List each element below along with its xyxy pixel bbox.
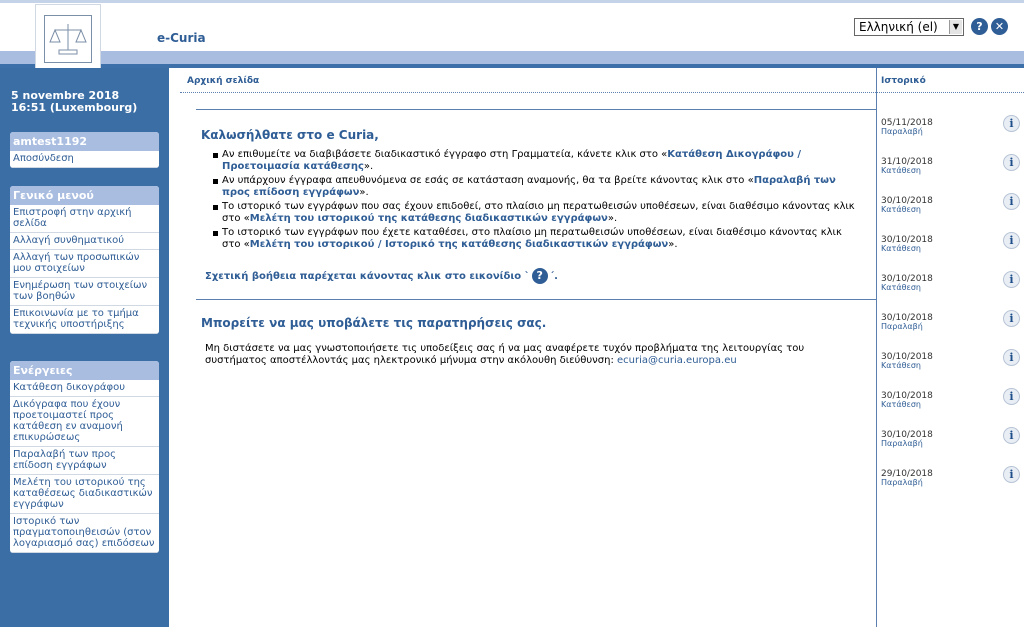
- menu-item-assistants[interactable]: Ενημέρωση των στοιχείων των βοηθών: [10, 278, 159, 306]
- link-lodging-history[interactable]: Μελέτη του ιστορικού της κατάθεσης διαδι…: [250, 213, 608, 224]
- feedback-heading: Μπορείτε να μας υποβάλετε τις παρατηρήσε…: [201, 316, 547, 330]
- user-name: amtest1192: [10, 132, 159, 151]
- menu-item-tech-support[interactable]: Επικοινωνία με το τμήμα τεχνικής υποστήρ…: [10, 306, 159, 334]
- history-row: 29/10/2018 Παραλαβή i: [881, 466, 1021, 499]
- help-hint-end: ΄.: [549, 271, 558, 282]
- action-prepared-documents[interactable]: Δικόγραφα που έχουν προετοιμαστεί προς κ…: [10, 397, 159, 447]
- list-item-end: ».: [363, 161, 374, 172]
- menu-item-personal-data[interactable]: Αλλαγή των προσωπικών μου στοιχείων: [10, 250, 159, 278]
- history-row: 30/10/2018 Κατάθεση i: [881, 193, 1021, 226]
- history-type[interactable]: Κατάθεση: [881, 166, 921, 175]
- action-lodging-history[interactable]: Μελέτη του ιστορικού της καταθέσεως διαδ…: [10, 475, 159, 514]
- action-lodge-document[interactable]: Κατάθεση δικογράφου: [10, 380, 159, 397]
- action-receive-documents[interactable]: Παραλαβή των προς επίδοση εγγράφων: [10, 447, 159, 475]
- email-link[interactable]: ecuria@curia.europa.eu: [617, 355, 737, 366]
- breadcrumb-home[interactable]: Αρχική σελίδα: [187, 76, 259, 86]
- history-type[interactable]: Παραλαβή: [881, 127, 923, 136]
- current-time: 16:51 (Luxembourg): [11, 101, 138, 114]
- close-button[interactable]: ✕: [991, 18, 1008, 35]
- help-button[interactable]: ?: [971, 18, 988, 35]
- info-icon[interactable]: i: [1003, 193, 1020, 210]
- language-value: Ελληνική (el): [859, 20, 938, 34]
- help-hint: Σχετική βοήθεια παρέχεται κάνοντας κλικ …: [205, 268, 558, 284]
- history-row: 30/10/2018 Κατάθεση i: [881, 232, 1021, 265]
- history-row: 31/10/2018 Κατάθεση i: [881, 154, 1021, 187]
- language-select[interactable]: Ελληνική (el) ▼: [854, 18, 964, 36]
- history-type[interactable]: Παραλαβή: [881, 439, 923, 448]
- list-item-end: ».: [668, 239, 678, 250]
- info-icon[interactable]: i: [1003, 349, 1020, 366]
- history-type[interactable]: Κατάθεση: [881, 283, 921, 292]
- logout-link[interactable]: Αποσύνδεση: [10, 151, 159, 168]
- list-item: Αν επιθυμείτε να διαβιβάσετε διαδικαστικ…: [205, 149, 855, 173]
- info-icon[interactable]: i: [1003, 388, 1020, 405]
- history-row: 30/10/2018 Παραλαβή i: [881, 310, 1021, 343]
- info-icon[interactable]: i: [1003, 115, 1020, 132]
- list-item-text: Αν υπάρχουν έγγραφα απευθυνόμενα σε εσάς…: [222, 175, 754, 186]
- history-title: Ιστορικό: [881, 76, 926, 86]
- list-item-end: ».: [359, 187, 369, 198]
- history-row: 30/10/2018 Κατάθεση i: [881, 271, 1021, 304]
- help-hint-text: Σχετική βοήθεια παρέχεται κάνοντας κλικ …: [205, 271, 530, 282]
- breadcrumb: Αρχική σελίδα: [180, 68, 876, 93]
- info-icon[interactable]: i: [1003, 466, 1020, 483]
- list-item-end: ».: [607, 213, 618, 224]
- actions-menu: Ενέργειες Κατάθεση δικογράφου Δικόγραφα …: [10, 361, 159, 553]
- info-icon[interactable]: i: [1003, 310, 1020, 327]
- app-title: e-Curia: [157, 31, 206, 45]
- feedback-text: Μη διστάσετε να μας γνωστοποιήσετε τις υ…: [205, 343, 845, 367]
- list-item: Το ιστορικό των εγγράφων που σας έχουν ε…: [205, 201, 855, 225]
- history-header: Ιστορικό: [877, 68, 1024, 93]
- history-type[interactable]: Παραλαβή: [881, 322, 923, 331]
- header-band: [0, 51, 1024, 64]
- chevron-down-icon[interactable]: ▼: [949, 20, 962, 34]
- action-service-history[interactable]: Ιστορικό των πραγματοποιηθεισών (στον λο…: [10, 514, 159, 553]
- history-row: 30/10/2018 Κατάθεση i: [881, 388, 1021, 421]
- info-icon[interactable]: i: [1003, 232, 1020, 249]
- list-item-text: Αν επιθυμείτε να διαβιβάσετε διαδικαστικ…: [222, 149, 668, 160]
- history-type[interactable]: Κατάθεση: [881, 244, 921, 253]
- history-type[interactable]: Κατάθεση: [881, 400, 921, 409]
- info-icon[interactable]: i: [1003, 427, 1020, 444]
- welcome-heading: Καλωσήλθατε στο e Curia,: [201, 128, 379, 142]
- curia-logo[interactable]: [36, 5, 100, 69]
- divider: [196, 109, 876, 110]
- current-datetime: 5 novembre 2018 16:51 (Luxembourg): [11, 90, 137, 114]
- link-history[interactable]: Μελέτη του ιστορικού / Ιστορικό της κατά…: [250, 239, 668, 250]
- history-type[interactable]: Κατάθεση: [881, 361, 921, 370]
- actions-menu-title: Ενέργειες: [10, 361, 159, 380]
- history-row: 30/10/2018 Κατάθεση i: [881, 349, 1021, 382]
- list-item: Το ιστορικό των εγγράφων που έχετε καταθ…: [205, 227, 855, 251]
- instructions-list: Αν επιθυμείτε να διαβιβάσετε διαδικαστικ…: [205, 149, 855, 253]
- info-icon[interactable]: i: [1003, 271, 1020, 288]
- scales-emblem-icon: [49, 24, 87, 55]
- history-divider: [876, 68, 877, 627]
- menu-item-home[interactable]: Επιστροφή στην αρχική σελίδα: [10, 205, 159, 233]
- info-icon[interactable]: i: [1003, 154, 1020, 171]
- general-menu-title: Γενικό μενού: [10, 186, 159, 205]
- menu-item-change-password[interactable]: Αλλαγή συνθηματικού: [10, 233, 159, 250]
- sidebar: 5 novembre 2018 16:51 (Luxembourg) amtes…: [0, 68, 169, 627]
- general-menu: Γενικό μενού Επιστροφή στην αρχική σελίδ…: [10, 186, 159, 334]
- user-box: amtest1192 Αποσύνδεση: [10, 132, 159, 168]
- help-icon[interactable]: ?: [531, 268, 548, 284]
- history-type[interactable]: Κατάθεση: [881, 205, 921, 214]
- history-row: 05/11/2018 Παραλαβή i: [881, 115, 1021, 148]
- top-border: [0, 0, 1024, 3]
- logo-emblem: [44, 15, 92, 63]
- list-item: Αν υπάρχουν έγγραφα απευθυνόμενα σε εσάς…: [205, 175, 855, 199]
- history-type[interactable]: Παραλαβή: [881, 478, 923, 487]
- history-row: 30/10/2018 Παραλαβή i: [881, 427, 1021, 460]
- divider: [196, 299, 876, 300]
